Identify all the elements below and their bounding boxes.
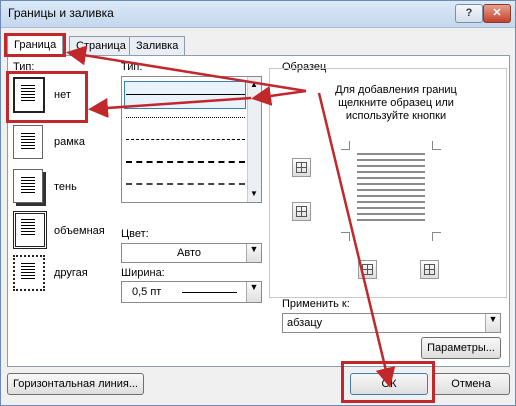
arrow-to-tab xyxy=(66,45,307,93)
arrow-to-setting-none xyxy=(88,96,252,118)
annotation-arrows xyxy=(66,45,396,388)
arrow-to-ok xyxy=(317,92,396,388)
dialog-window: Границы и заливка ? ✕ Граница Страница З… xyxy=(0,0,516,406)
arrow-to-style-list xyxy=(251,86,307,106)
